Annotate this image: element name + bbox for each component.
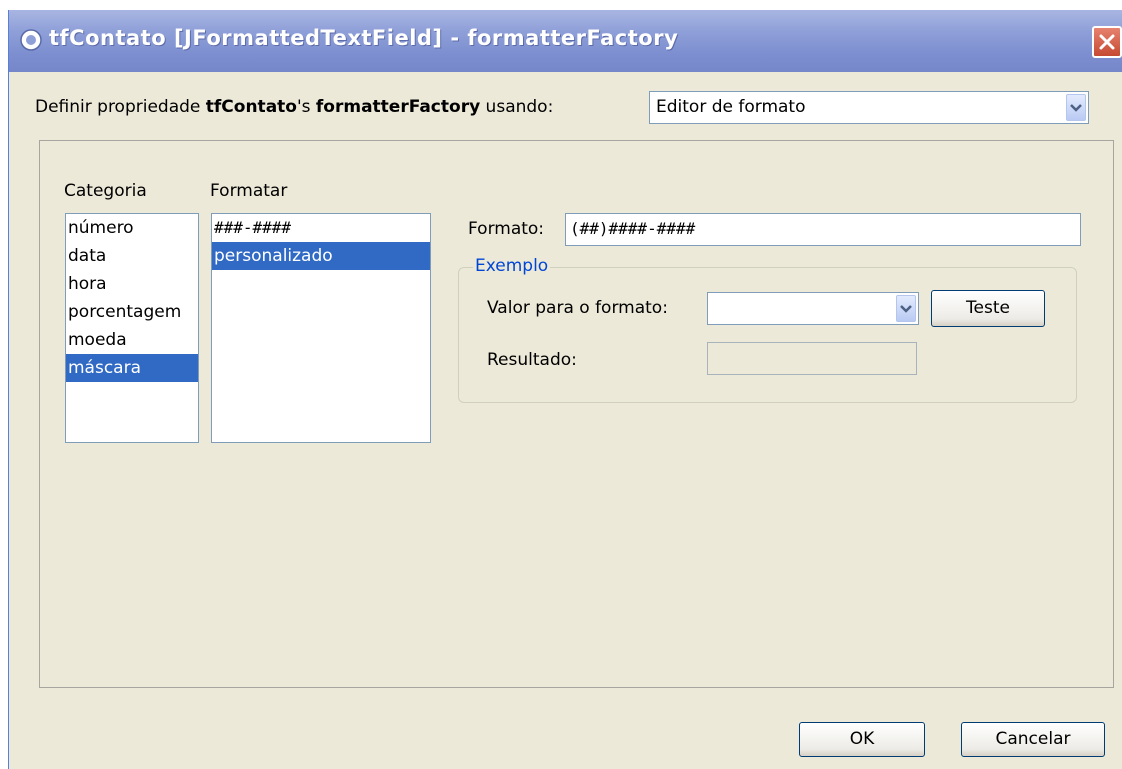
- value-label: Valor para o formato:: [487, 298, 668, 318]
- title-bar[interactable]: tfContato [JFormattedTextField] - format…: [9, 10, 1122, 72]
- cancel-button[interactable]: Cancelar: [961, 722, 1105, 757]
- close-icon: [1099, 34, 1115, 50]
- window-title: tfContato [JFormattedTextField] - format…: [49, 26, 679, 50]
- result-field: [707, 342, 917, 375]
- category-item-data[interactable]: data: [66, 242, 198, 270]
- ok-button[interactable]: OK: [799, 722, 925, 757]
- category-item-mascara[interactable]: máscara: [66, 354, 198, 382]
- format-item-custom[interactable]: personalizado: [212, 242, 430, 270]
- dialog-window: tfContato [JFormattedTextField] - format…: [8, 10, 1122, 769]
- test-button[interactable]: Teste: [931, 290, 1045, 327]
- example-group-legend: Exemplo: [473, 256, 551, 276]
- editor-select-value: Editor de formato: [656, 97, 806, 117]
- format-item-pattern[interactable]: ###-####: [212, 214, 430, 242]
- chevron-down-icon: [900, 304, 912, 313]
- category-item-moeda[interactable]: moeda: [66, 326, 198, 354]
- category-item-hora[interactable]: hora: [66, 270, 198, 298]
- format-input[interactable]: (##)####-####: [565, 213, 1081, 246]
- format-list[interactable]: ###-#### personalizado: [211, 213, 431, 443]
- result-label: Resultado:: [487, 350, 577, 370]
- dropdown-arrow[interactable]: [1066, 94, 1086, 121]
- category-item-porcentagem[interactable]: porcentagem: [66, 298, 198, 326]
- chevron-down-icon: [1070, 103, 1082, 112]
- property-label: Definir propriedade tfContato's formatte…: [35, 97, 554, 117]
- format-panel: Categoria Formatar número data hora porc…: [39, 140, 1114, 688]
- property-editor-row: Definir propriedade tfContato's formatte…: [35, 88, 1095, 126]
- editor-select[interactable]: Editor de formato: [649, 91, 1089, 124]
- cup-icon: [19, 28, 43, 52]
- category-item-numero[interactable]: número: [66, 214, 198, 242]
- close-button[interactable]: [1092, 26, 1122, 58]
- value-select[interactable]: [707, 292, 919, 325]
- format-list-header: Formatar: [210, 181, 288, 201]
- category-header: Categoria: [64, 181, 147, 201]
- format-label: Formato:: [468, 219, 545, 239]
- category-list[interactable]: número data hora porcentagem moeda másca…: [65, 213, 199, 443]
- example-group: Exemplo Valor para o formato: Teste Resu…: [458, 256, 1077, 403]
- value-dropdown-arrow[interactable]: [896, 295, 916, 322]
